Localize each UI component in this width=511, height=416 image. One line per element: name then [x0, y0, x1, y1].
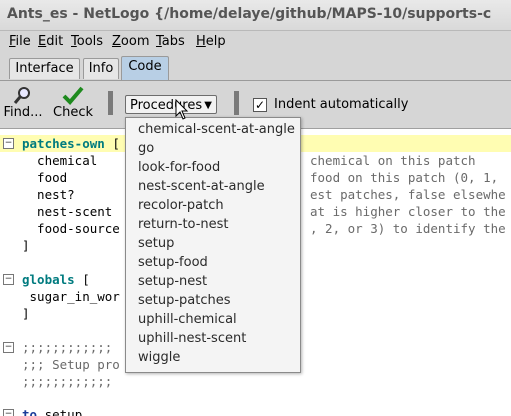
tab-interface[interactable]: Interface	[9, 58, 80, 79]
fold-toggle-icon[interactable]: −	[3, 409, 14, 416]
window-title: Ants_es - NetLogo {/home/delaye/github/M…	[7, 6, 492, 22]
procedure-item[interactable]: setup-patches	[138, 293, 231, 308]
toolbar-separator	[234, 91, 239, 115]
procedure-item[interactable]: nest-scent-at-angle	[138, 179, 265, 194]
procedure-item[interactable]: uphill-nest-scent	[138, 331, 246, 346]
toolbar-separator	[108, 91, 113, 115]
tab-code[interactable]: Code	[121, 56, 169, 80]
menu-edit[interactable]: Edit	[38, 34, 63, 49]
procedures-dropdown[interactable]: Procedures ▼	[125, 95, 217, 114]
indent-checkbox[interactable]: ✓	[253, 98, 267, 112]
procedure-item[interactable]: recolor-patch	[138, 198, 224, 213]
indent-label: Indent automatically	[274, 97, 409, 112]
procedure-item[interactable]: setup	[138, 236, 174, 251]
procedures-menu: chemical-scent-at-angle go look-for-food…	[125, 117, 301, 373]
procedure-item[interactable]: look-for-food	[138, 160, 220, 175]
procedures-label: Procedures	[130, 98, 203, 113]
procedure-item[interactable]: go	[138, 141, 154, 156]
procedure-item[interactable]: setup-food	[138, 255, 208, 270]
code-line: − to setup	[0, 406, 511, 416]
procedure-item[interactable]: wiggle	[138, 350, 180, 365]
menu-bar: File Edit Tools Zoom Tabs Help	[0, 31, 511, 53]
fold-toggle-icon[interactable]: −	[3, 274, 14, 285]
magnifier-icon	[13, 87, 30, 104]
tab-bar: Interface Info Code	[0, 54, 511, 81]
menu-file[interactable]: File	[9, 34, 31, 49]
find-label: Find...	[3, 105, 43, 120]
procedure-item[interactable]: uphill-chemical	[138, 312, 237, 327]
menu-tools[interactable]: Tools	[71, 34, 103, 49]
menu-tabs[interactable]: Tabs	[156, 34, 185, 49]
procedure-item[interactable]: chemical-scent-at-angle	[138, 122, 295, 137]
title-bar: Ants_es - NetLogo {/home/delaye/github/M…	[0, 0, 511, 31]
procedure-item[interactable]: setup-nest	[138, 274, 207, 289]
code-line: ;;;;;;;;;;;;	[22, 374, 113, 389]
menu-zoom[interactable]: Zoom	[112, 34, 149, 49]
procedure-item[interactable]: return-to-nest	[138, 217, 229, 232]
checkmark-icon	[62, 86, 84, 105]
check-label: Check	[53, 105, 93, 120]
fold-toggle-icon[interactable]: −	[3, 342, 14, 353]
dropdown-arrow-icon: ▼	[204, 100, 212, 111]
mouse-pointer-icon	[175, 99, 189, 120]
find-button[interactable]: Find...	[2, 85, 44, 120]
tab-info[interactable]: Info	[83, 58, 119, 79]
fold-toggle-icon[interactable]: −	[3, 138, 14, 149]
check-button[interactable]: Check	[52, 85, 94, 120]
menu-help[interactable]: Help	[196, 34, 226, 49]
